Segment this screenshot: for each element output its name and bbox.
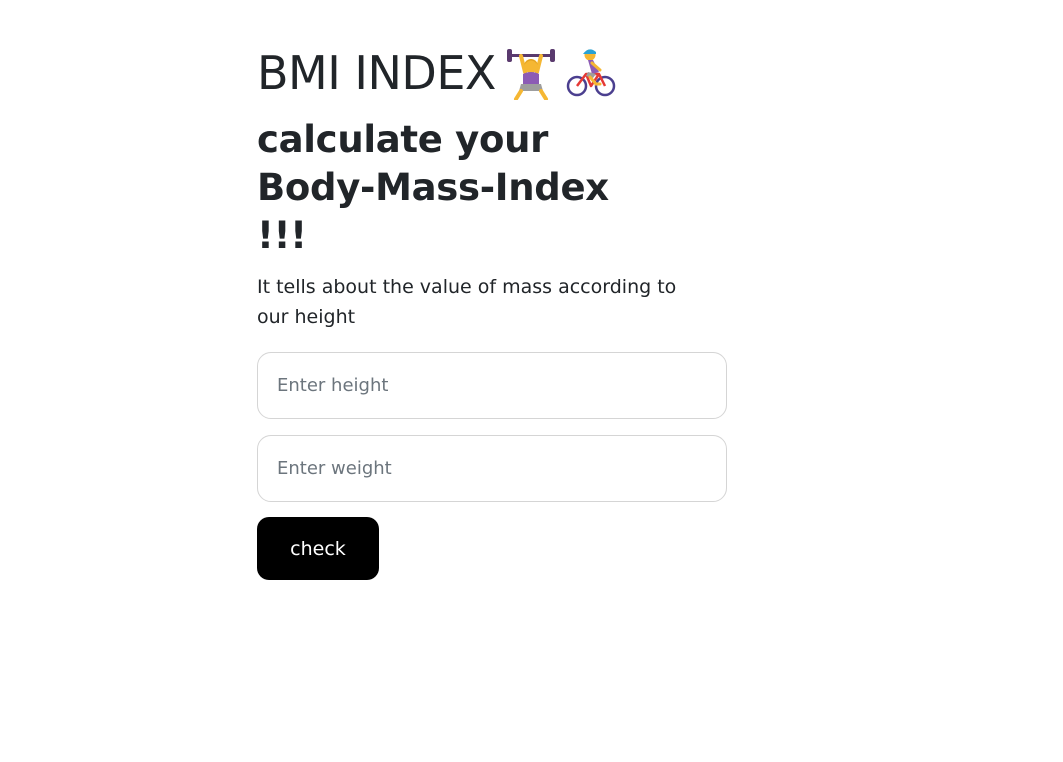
bmi-card: BMI INDEX calculate your Body-Mass-Index… (257, 38, 727, 580)
height-input[interactable] (257, 352, 727, 419)
weightlifter-icon (506, 46, 556, 100)
description-text: It tells about the value of mass accordi… (257, 276, 677, 328)
cyclist-icon (566, 46, 616, 100)
weight-input[interactable] (257, 435, 727, 502)
check-button[interactable]: check (257, 517, 379, 580)
title-row: BMI INDEX (257, 38, 727, 108)
page-subtitle: calculate your Body-Mass-Index !!! (257, 118, 609, 257)
page-title: BMI INDEX (257, 46, 496, 100)
